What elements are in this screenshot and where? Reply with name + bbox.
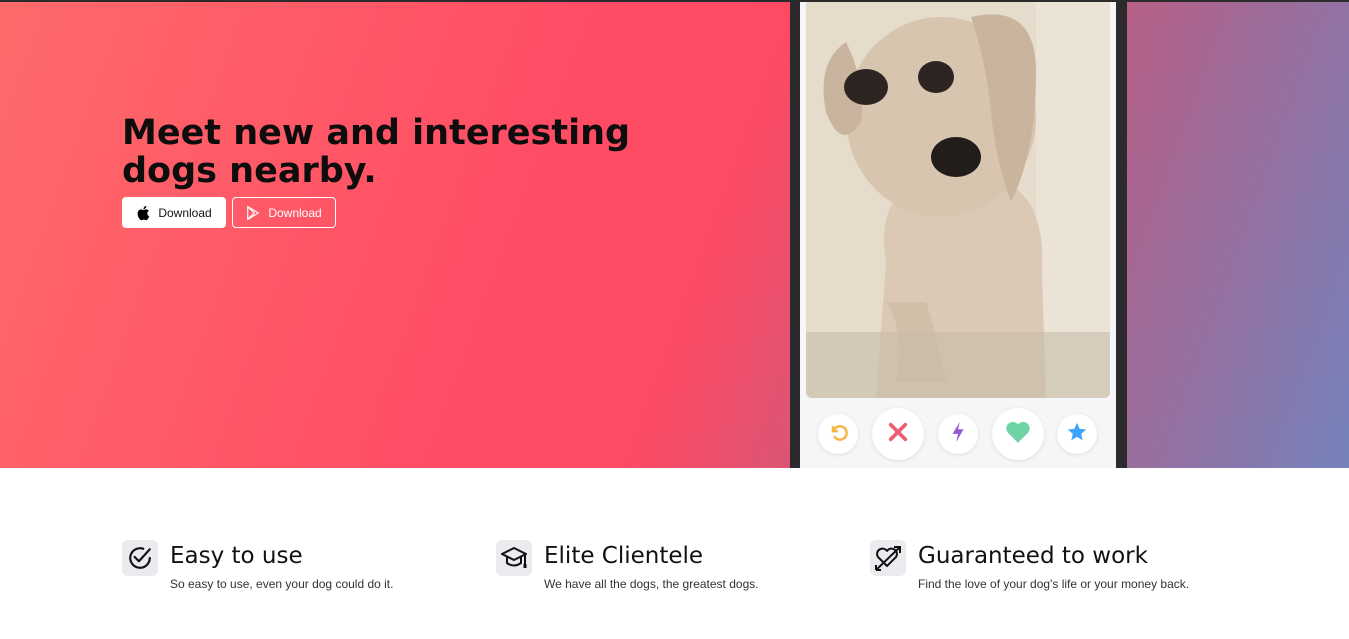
phone-screen [800, 2, 1116, 468]
feature-title: Easy to use [170, 543, 303, 569]
heart-icon [1005, 420, 1031, 449]
super-like-button[interactable] [1057, 414, 1097, 454]
x-icon [887, 421, 909, 448]
star-icon [1066, 421, 1088, 448]
rewind-button[interactable] [818, 414, 858, 454]
boost-button[interactable] [938, 414, 978, 454]
nope-button[interactable] [872, 408, 924, 460]
feature-description: So easy to use, even your dog could do i… [170, 577, 394, 591]
feature-title: Guaranteed to work [918, 543, 1148, 569]
lightning-icon [951, 421, 965, 448]
like-button[interactable] [992, 408, 1044, 460]
rewind-icon [828, 422, 848, 447]
dog-photo [806, 2, 1110, 398]
hero-headline: Meet new and interesting dogs nearby. [122, 113, 631, 191]
hero-section: Meet new and interesting dogs nearby. Do… [0, 2, 1349, 468]
swipe-actions-bar [800, 406, 1116, 462]
play-store-download-button[interactable]: Download [232, 197, 336, 228]
play-store-download-label: Download [268, 205, 322, 220]
feature-description: We have all the dogs, the greatest dogs. [544, 577, 759, 591]
heart-arrow-icon [870, 540, 906, 576]
app-store-download-label: Download [158, 205, 212, 220]
feature-description: Find the love of your dog's life or your… [918, 577, 1190, 591]
feature-title: Elite Clientele [544, 543, 704, 569]
check-circle-icon [122, 540, 158, 576]
graduation-cap-icon [496, 540, 532, 576]
app-store-download-button[interactable]: Download [122, 197, 226, 228]
play-store-icon [246, 205, 260, 221]
phone-mockup [790, 2, 1127, 468]
apple-icon [136, 205, 150, 221]
features-section: Easy to use So easy to use, even your do… [0, 468, 1349, 639]
